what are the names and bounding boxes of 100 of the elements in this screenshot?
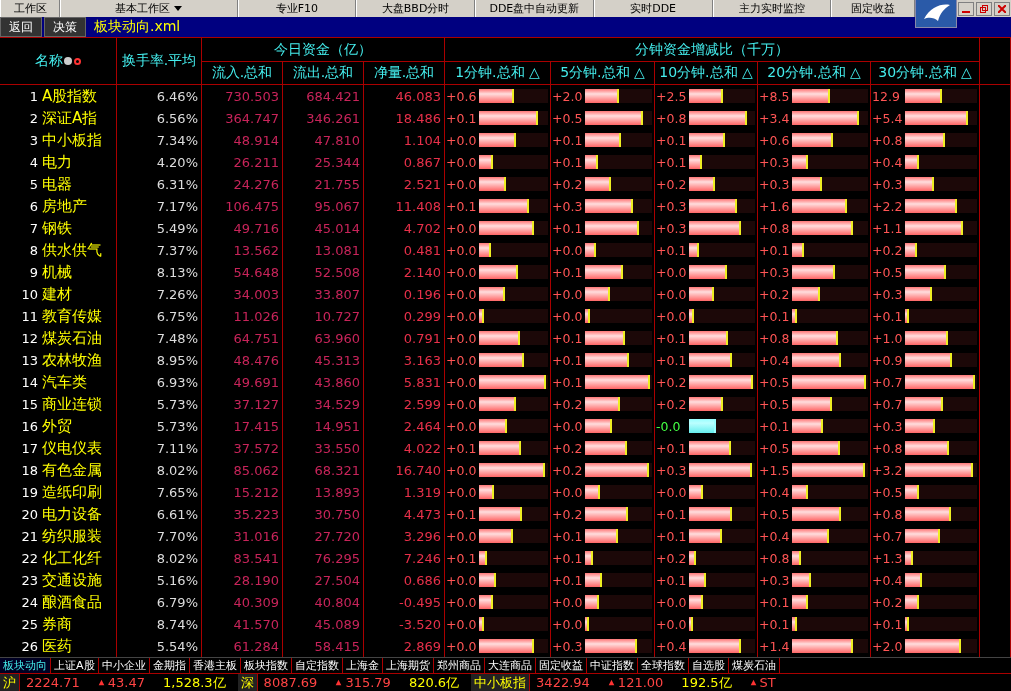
table-cell-text: 5.73% [155,418,199,434]
sector-name[interactable]: 供水供气 [42,240,102,260]
sector-name[interactable]: 教育传媒 [42,306,102,326]
table-cell-text: +0.1 [655,528,688,544]
index-value: 3422.94 [535,675,591,690]
table-cell-text: 85.062 [232,462,280,478]
column-header[interactable]: 换手率.平均 [117,38,202,84]
table-cell-text: +0.3 [871,286,904,302]
sector-name[interactable]: 农林牧渔 [42,350,102,370]
table-cell-text: 684.421 [305,88,361,104]
sector-name[interactable]: 医药 [42,636,72,656]
sector-name[interactable]: 钢铁 [42,218,72,238]
toolbar-button[interactable]: 返回 [0,17,42,37]
table-cell-text: 5.16% [155,572,199,588]
table-cell-text: 7.11% [155,440,199,456]
sector-name[interactable]: 造纸印刷 [42,482,102,502]
table-cell-text: 6.61% [155,506,199,522]
table-cell-text: 8.02% [155,462,199,478]
sector-name[interactable]: A股指数 [42,86,98,106]
row-number: 25 [20,616,39,632]
index-value: 8087.69 [262,675,319,690]
row-number: 12 [20,330,39,346]
sector-name[interactable]: 券商 [42,614,72,634]
table-cell-text: +0.0 [445,330,478,346]
index-change: 43.47 [107,675,145,690]
row-number: 22 [20,550,39,566]
column-header[interactable]: 30分钟.总和 △ [871,61,980,84]
sector-name[interactable]: 建材 [42,284,72,304]
table-cell-text: +0.7 [871,374,904,390]
table-cell-text: 0.867 [402,154,442,170]
sector-name[interactable]: 煤炭石油 [42,328,102,348]
sector-name[interactable]: 机械 [42,262,72,282]
sector-name[interactable]: 中小板指 [42,130,102,150]
table-cell-text: 7.48% [155,330,199,346]
row-number: 16 [20,418,39,434]
row-number: 15 [20,396,39,412]
column-header[interactable]: 名称 [34,52,63,70]
sheet-tab[interactable]: 上证A股 [51,658,99,673]
table-cell-text: +2.5 [655,88,688,104]
table-cell-text: 6.93% [155,374,199,390]
sector-name[interactable]: 化工化纤 [42,548,102,568]
minimize-icon[interactable] [958,2,974,16]
toolbar-button[interactable]: 决策 [44,17,86,37]
table-cell-text: +0.4 [758,484,791,500]
sector-name[interactable]: 电力 [42,152,72,172]
restore-icon[interactable] [976,2,992,16]
row-number: 18 [20,462,39,478]
table-cell-text: +0.3 [655,220,688,236]
table-cell-text: 8.13% [155,264,199,280]
table-cell-text: +0.2 [871,594,904,610]
sector-name[interactable]: 交通设施 [42,570,102,590]
column-header[interactable]: 流入.总和 [202,61,283,84]
table-cell-text: 7.70% [155,528,199,544]
column-header[interactable]: 1分钟.总和 △ [445,61,551,84]
row-number: 5 [28,176,39,192]
row-number: 1 [28,88,39,104]
table-cell-text: 730.503 [224,88,280,104]
column-header[interactable]: 5分钟.总和 △ [551,61,655,84]
row-number: 6 [28,198,39,214]
sector-name[interactable]: 纺织服装 [42,526,102,546]
table-cell-text: +0.9 [871,352,904,368]
column-header[interactable]: 净量.总和 [364,61,445,84]
sector-name[interactable]: 有色金属 [42,460,102,480]
close-icon[interactable] [994,2,1010,16]
sector-name[interactable]: 仪电仪表 [42,438,102,458]
table-cell-text: 1.104 [402,132,442,148]
table-cell-text: -0.0 [655,418,682,434]
table-cell-text: +0.1 [871,616,904,632]
sector-name[interactable]: 深证A指 [42,108,98,128]
column-header[interactable]: 10分钟.总和 △ [655,61,758,84]
table-cell-text: +0.2 [758,286,791,302]
table-cell-text: 18.486 [394,110,442,126]
table-cell-text: +0.4 [871,572,904,588]
table-cell-text: +0.0 [445,132,478,148]
table-cell-text: 7.246 [402,550,442,566]
sector-name[interactable]: 汽车类 [42,372,87,392]
table-cell-text: +0.0 [445,638,478,654]
table-cell-text: 8.95% [155,352,199,368]
table-cell-text: 27.720 [313,528,361,544]
sector-name[interactable]: 外贸 [42,416,72,436]
table-cell-text: 27.504 [313,572,361,588]
column-header[interactable]: 流出.总和 [283,61,364,84]
column-header[interactable]: 20分钟.总和 △ [758,61,871,84]
table-cell-text: +0.1 [445,110,478,126]
table-cell-text: +0.0 [445,176,478,192]
sector-name[interactable]: 房地产 [42,196,87,216]
table-cell-text: 4.022 [402,440,442,456]
table-cell-text: 11.408 [394,198,442,214]
table-cell-text: +0.5 [758,374,791,390]
sector-name[interactable]: 电力设备 [42,504,102,524]
sector-name[interactable]: 商业连锁 [42,394,102,414]
table-cell-text: +0.0 [445,308,478,324]
table-cell-text: 2.869 [402,638,442,654]
table-cell-text: 21.755 [313,176,361,192]
table-cell-text: 41.570 [232,616,280,632]
sheet-tab[interactable]: 板块动向 [0,658,51,673]
table-cell-text: 37.572 [232,440,280,456]
row-number: 23 [20,572,39,588]
sector-name[interactable]: 电器 [42,174,72,194]
sector-name[interactable]: 酿酒食品 [42,592,102,612]
